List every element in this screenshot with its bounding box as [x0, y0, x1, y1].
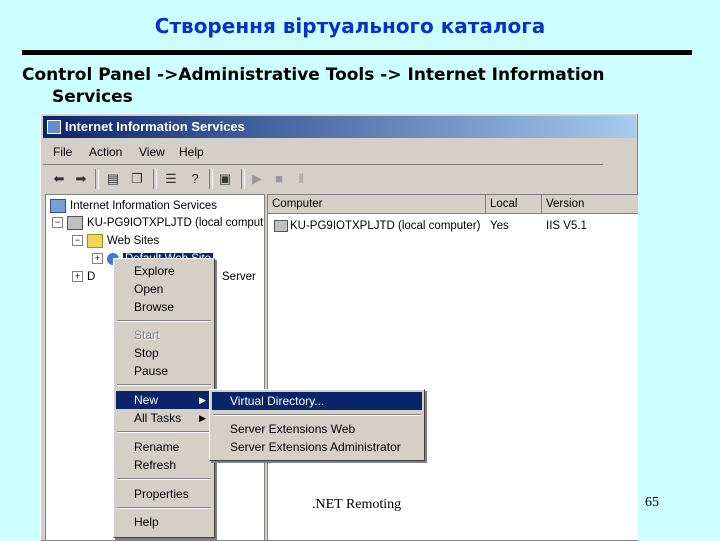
- menu-view[interactable]: View: [139, 145, 165, 159]
- computer-cell: KU-PG9IOTXPLJTD (local computer): [270, 217, 480, 235]
- back-arrow-icon[interactable]: ⬅: [49, 169, 69, 189]
- iis-icon: [50, 198, 66, 213]
- menu-separator: [117, 320, 211, 322]
- menu-item-pause[interactable]: Pause: [116, 362, 212, 380]
- submenu-item-virtual-directory[interactable]: Virtual Directory...: [212, 392, 422, 410]
- column-header-version[interactable]: Version: [542, 195, 638, 213]
- menu-help[interactable]: Help: [179, 145, 204, 159]
- slide-subtitle: Control Panel ->Administrative Tools -> …: [22, 64, 662, 108]
- expand-icon[interactable]: +: [72, 271, 83, 283]
- toolbar: ⬅ ➡ ▤ ❐ ☰ ? ▣ ▶ ■ ‖: [43, 166, 633, 192]
- play-icon[interactable]: ▶: [247, 169, 267, 189]
- menu-item-help[interactable]: Help: [116, 513, 212, 531]
- tree-item-root[interactable]: Internet Information Services: [50, 197, 217, 215]
- submenu-arrow-icon: ▶: [199, 413, 206, 423]
- tree-item-computer[interactable]: − KU-PG9IOTXPLJTD (local comput: [52, 214, 263, 232]
- menu-separator: [117, 384, 211, 386]
- pause-icon[interactable]: ‖: [291, 169, 311, 189]
- toolbar-separator: [209, 169, 213, 189]
- stop-icon[interactable]: ■: [269, 169, 289, 189]
- menu-file[interactable]: File: [53, 145, 72, 159]
- toolbar-separator: [241, 169, 245, 189]
- show-hide-tree-icon[interactable]: ▤: [103, 169, 123, 189]
- menu-item-start[interactable]: Start: [116, 326, 212, 344]
- menu-bar: File Action View Help: [43, 142, 603, 165]
- list-header: Computer Local Version: [268, 195, 638, 214]
- new-window-icon[interactable]: ❐: [127, 169, 147, 189]
- slide-footer: .NET Remoting: [312, 497, 402, 512]
- submenu-arrow-icon: ▶: [199, 395, 206, 405]
- submenu-item-server-extensions-admin[interactable]: Server Extensions Administrator: [212, 438, 422, 456]
- list-pane: Computer Local Version KU-PG9IOTXPLJTD (…: [267, 194, 638, 541]
- local-cell: Yes: [490, 220, 509, 232]
- menu-item-properties[interactable]: Properties: [116, 485, 212, 503]
- menu-item-open[interactable]: Open: [116, 280, 212, 298]
- menu-item-browse[interactable]: Browse: [116, 298, 212, 316]
- menu-action[interactable]: Action: [89, 145, 122, 159]
- help-icon[interactable]: ?: [185, 169, 205, 189]
- tree-item-web-sites[interactable]: − Web Sites: [72, 232, 159, 250]
- title-divider: [22, 50, 692, 55]
- subtitle-line-2: Services: [52, 87, 133, 107]
- version-cell: IIS V5.1: [546, 220, 587, 232]
- slide-title: Створення віртуального каталога: [154, 14, 546, 38]
- menu-separator: [117, 478, 211, 480]
- menu-separator: [117, 507, 211, 509]
- menu-item-new[interactable]: New ▶: [116, 391, 212, 409]
- forward-arrow-icon[interactable]: ➡: [71, 169, 91, 189]
- menu-item-rename[interactable]: Rename: [116, 438, 212, 456]
- expand-icon[interactable]: +: [92, 253, 103, 265]
- table-row[interactable]: KU-PG9IOTXPLJTD (local computer) Yes IIS…: [268, 217, 638, 235]
- column-header-computer[interactable]: Computer: [268, 195, 486, 213]
- collapse-icon[interactable]: −: [52, 217, 63, 229]
- tree-item-other-suffix: Server: [222, 271, 256, 283]
- column-header-local[interactable]: Local: [486, 195, 542, 213]
- menu-item-refresh[interactable]: Refresh: [116, 456, 212, 474]
- computer-icon: [274, 219, 288, 232]
- context-menu: Explore Open Browse Start Stop Pause New…: [113, 258, 215, 538]
- menu-item-all-tasks[interactable]: All Tasks ▶: [116, 409, 212, 427]
- folder-icon: [87, 233, 103, 248]
- toolbar-separator: [153, 169, 157, 189]
- menu-separator: [213, 414, 421, 416]
- computer-icon[interactable]: ▣: [215, 169, 235, 189]
- iis-app-icon: [47, 120, 61, 134]
- tree-item-other[interactable]: + D: [72, 268, 95, 286]
- window-titlebar[interactable]: Internet Information Services: [43, 116, 636, 138]
- window-title: Internet Information Services: [65, 119, 245, 134]
- new-submenu: Virtual Directory... Server Extensions W…: [209, 389, 425, 461]
- submenu-item-server-extensions-web[interactable]: Server Extensions Web: [212, 420, 422, 438]
- page-number: 65: [645, 495, 659, 510]
- menu-item-explore[interactable]: Explore: [116, 262, 212, 280]
- subtitle-line-1: Control Panel ->Administrative Tools -> …: [22, 65, 605, 85]
- computer-icon: [67, 215, 83, 230]
- menu-item-stop[interactable]: Stop: [116, 344, 212, 362]
- properties-icon[interactable]: ☰: [161, 169, 181, 189]
- toolbar-separator: [95, 169, 99, 189]
- collapse-icon[interactable]: −: [72, 235, 83, 247]
- menu-separator: [117, 431, 211, 433]
